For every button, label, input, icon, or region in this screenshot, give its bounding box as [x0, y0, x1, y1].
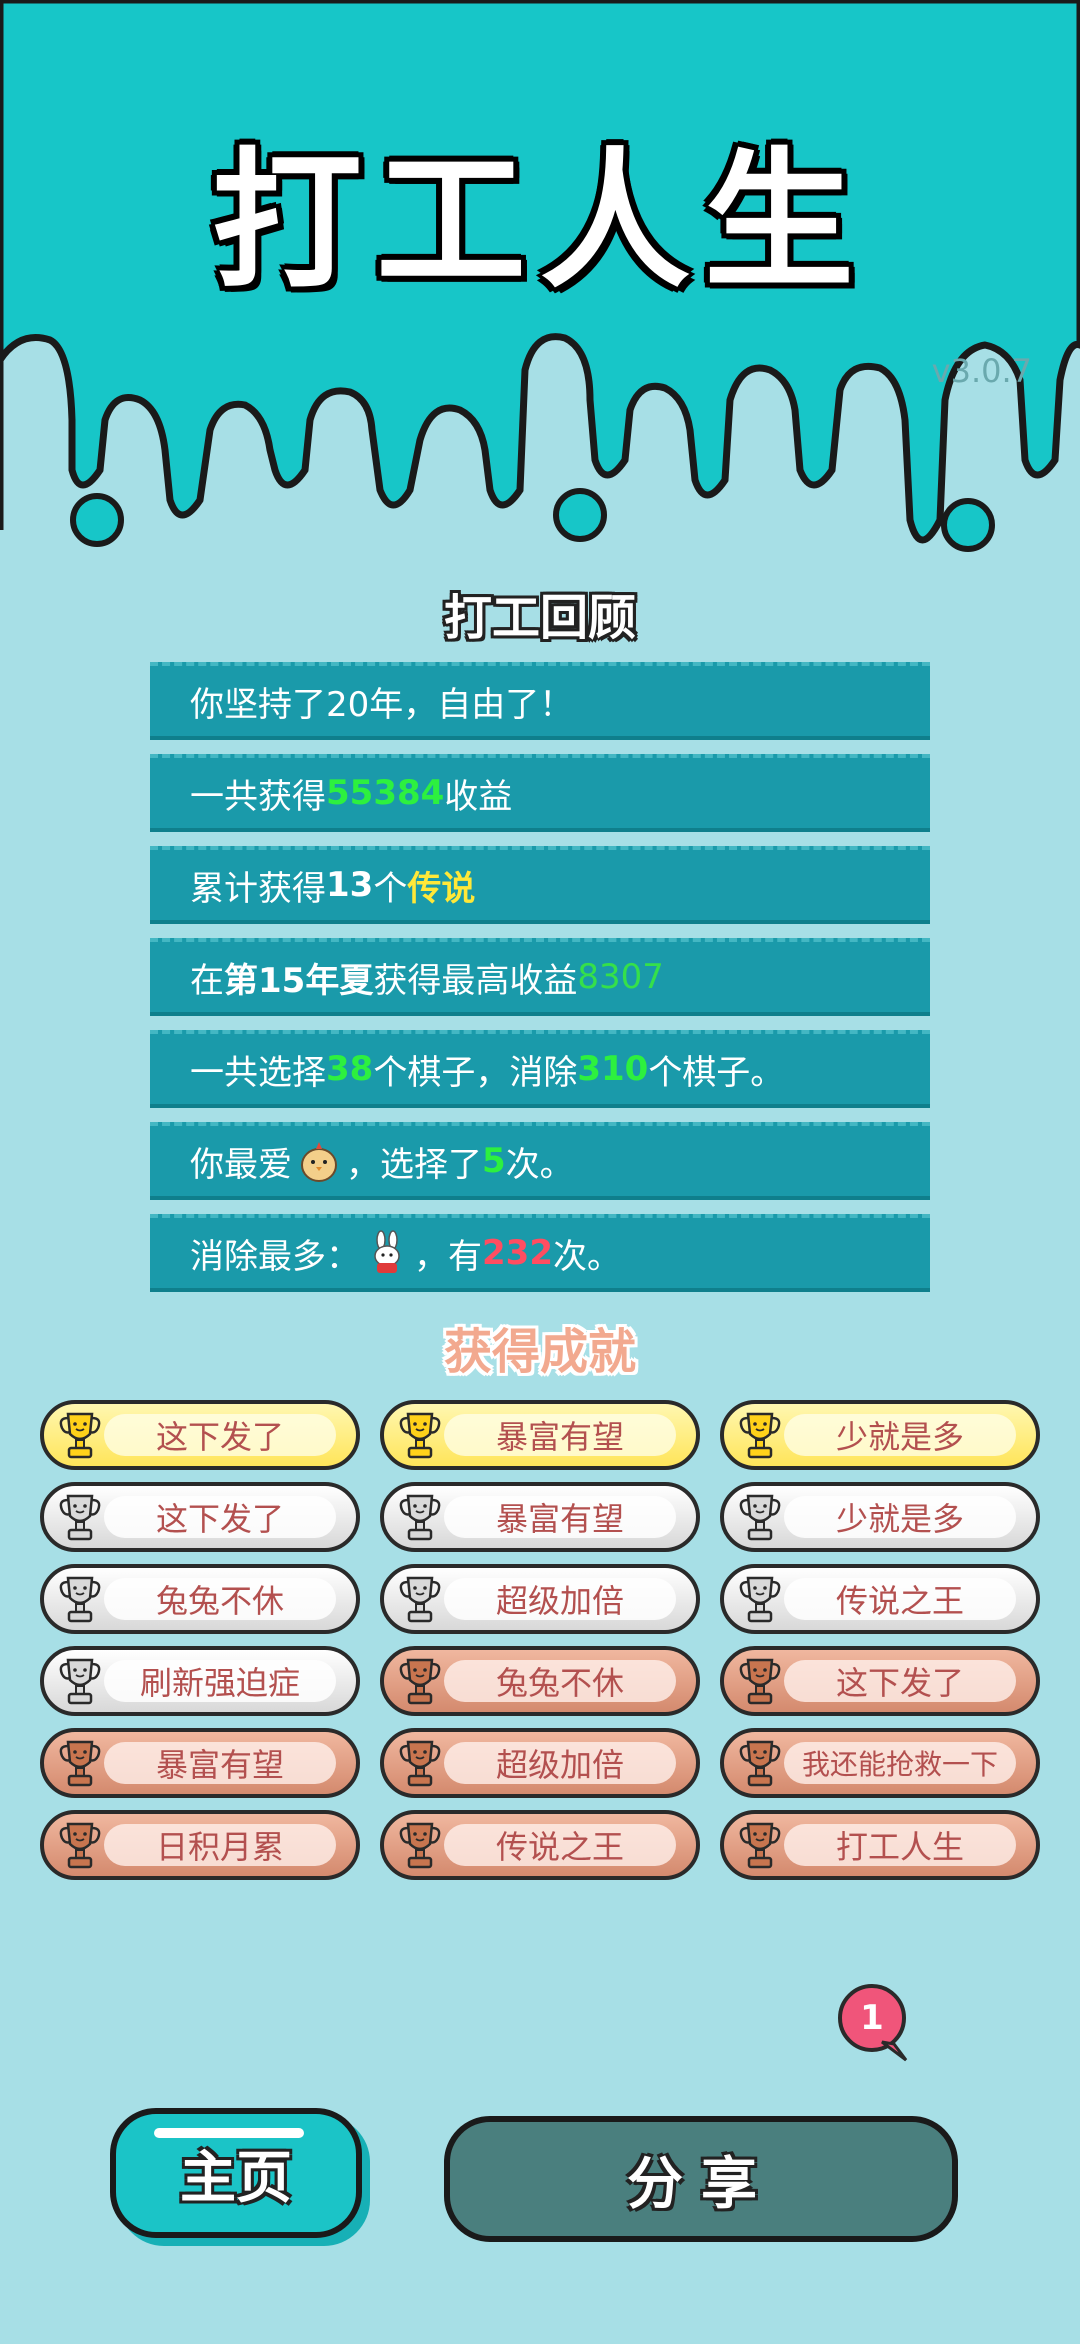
achievement-label: 我还能抢救一下	[801, 1748, 998, 1781]
stat-row-best-income: 在 第15年夏 获得最高收益 8307	[150, 938, 930, 1016]
achievement-badge[interactable]: 兔兔不休	[40, 1564, 360, 1634]
stat-value: 8307	[577, 957, 664, 997]
achievement-label: 超级加倍	[495, 1582, 624, 1620]
achievement-badge[interactable]: 超级加倍	[380, 1728, 700, 1798]
achievement-label: 这下发了	[155, 1500, 284, 1538]
achievement-badge[interactable]: 这下发了	[720, 1646, 1040, 1716]
stat-value: 232	[482, 1233, 553, 1273]
achievement-badge[interactable]: 日积月累	[40, 1810, 360, 1880]
achievement-label: 这下发了	[835, 1664, 964, 1702]
stat-text: 消除最多：	[190, 1236, 360, 1277]
stat-row-total-income: 一共获得 55384 收益	[150, 754, 930, 832]
achievement-badge[interactable]: 传说之王	[380, 1810, 700, 1880]
button-gloss	[154, 2128, 304, 2138]
achievement-label: 暴富有望	[155, 1746, 284, 1784]
achievement-label: 兔兔不休	[495, 1664, 624, 1702]
achievements-grid: 这下发了 暴富有望 少就是多 这下发了 暴富有望 少就是多 兔兔不休 超级加倍 传说之王 刷新强迫…	[40, 1400, 1040, 1880]
stat-text: 一共获得	[190, 776, 326, 817]
stat-text: ，有	[414, 1236, 482, 1277]
chick-icon	[301, 1142, 337, 1182]
achievement-badge[interactable]: 少就是多	[720, 1400, 1040, 1470]
stat-row-pieces: 一共选择 38 个棋子，消除 310 个棋子。	[150, 1030, 930, 1108]
achievement-label: 传说之王	[495, 1828, 624, 1866]
speech-tail-icon	[881, 2040, 908, 2062]
stat-text: 你最爱	[190, 1144, 292, 1185]
achievement-label: 超级加倍	[495, 1746, 624, 1784]
season-label: 第15年夏	[224, 960, 374, 1001]
stat-text: 累计获得	[190, 868, 326, 909]
stat-text: 个棋子。	[648, 1052, 785, 1093]
achievement-badge[interactable]: 超级加倍	[380, 1564, 700, 1634]
stat-row-most-cleared: 消除最多： ，有 232 次。	[150, 1214, 930, 1292]
stat-text: 一共选择	[190, 1052, 326, 1093]
achievement-label: 传说之王	[835, 1582, 964, 1620]
achievement-badge[interactable]: 我还能抢救一下	[720, 1728, 1040, 1798]
achievement-label: 少就是多	[835, 1418, 964, 1456]
stat-value: 13	[326, 865, 374, 905]
stat-row-favorite: 你最爱 ，选择了 5 次。	[150, 1122, 930, 1200]
share-button-label: 分享	[627, 2151, 775, 2217]
stat-text: 次。	[505, 1144, 574, 1185]
review-heading: 打工回顾	[443, 590, 636, 646]
stat-text: ，选择了	[346, 1144, 482, 1185]
achievement-badge[interactable]: 暴富有望	[380, 1482, 700, 1552]
achievements-heading: 获得成就	[443, 1324, 636, 1380]
achievement-badge[interactable]: 兔兔不休	[380, 1646, 700, 1716]
stat-value: 5	[482, 1141, 506, 1181]
achievement-badge[interactable]: 暴富有望	[380, 1400, 700, 1470]
achievement-label: 打工人生	[835, 1828, 964, 1866]
stat-text: 获得最高收益	[373, 960, 578, 1001]
stat-text: 在	[190, 960, 224, 1001]
stat-text: 个	[373, 868, 408, 909]
legend-label: 传说	[407, 868, 476, 909]
review-stats: 你坚持了20年，自由了！ 一共获得 55384 收益 累计获得 13 个传说 在 第15…	[150, 662, 930, 1306]
achievement-badge[interactable]: 刷新强迫症	[40, 1646, 360, 1716]
stat-row-years: 你坚持了20年，自由了！	[150, 662, 930, 740]
achievement-label: 暴富有望	[495, 1500, 624, 1538]
stat-value: 310	[577, 1049, 649, 1089]
achievement-label: 这下发了	[155, 1418, 284, 1456]
achievement-label: 暴富有望	[495, 1418, 624, 1456]
version-label: v3.0.7	[931, 352, 1032, 390]
achievement-label: 刷新强迫症	[139, 1664, 300, 1702]
home-button-label: 主页	[180, 2145, 292, 2211]
achievement-label: 少就是多	[835, 1500, 964, 1538]
stat-row-legends: 累计获得 13 个传说	[150, 846, 930, 924]
achievement-label: 兔兔不休	[155, 1582, 284, 1620]
achievement-badge[interactable]: 少就是多	[720, 1482, 1040, 1552]
stat-text: 收益	[444, 776, 513, 817]
achievement-badge[interactable]: 传说之王	[720, 1564, 1040, 1634]
achievement-badge[interactable]: 这下发了	[40, 1400, 360, 1470]
app-title: 打工人生	[211, 135, 868, 309]
stat-text: 次。	[552, 1236, 621, 1277]
stat-value: 55384	[326, 773, 445, 813]
stat-text: 个棋子，消除	[373, 1052, 578, 1093]
achievement-badge[interactable]: 这下发了	[40, 1482, 360, 1552]
achievement-label: 日积月累	[155, 1828, 284, 1866]
home-button[interactable]: 主页	[110, 2108, 362, 2238]
stat-value: 38	[326, 1049, 374, 1089]
share-button[interactable]: 分享	[444, 2116, 958, 2242]
stat-text: 你坚持了20年，自由了！	[190, 684, 574, 725]
rabbit-icon	[374, 1230, 400, 1273]
achievement-badge[interactable]: 打工人生	[720, 1810, 1040, 1880]
achievement-badge[interactable]: 暴富有望	[40, 1728, 360, 1798]
